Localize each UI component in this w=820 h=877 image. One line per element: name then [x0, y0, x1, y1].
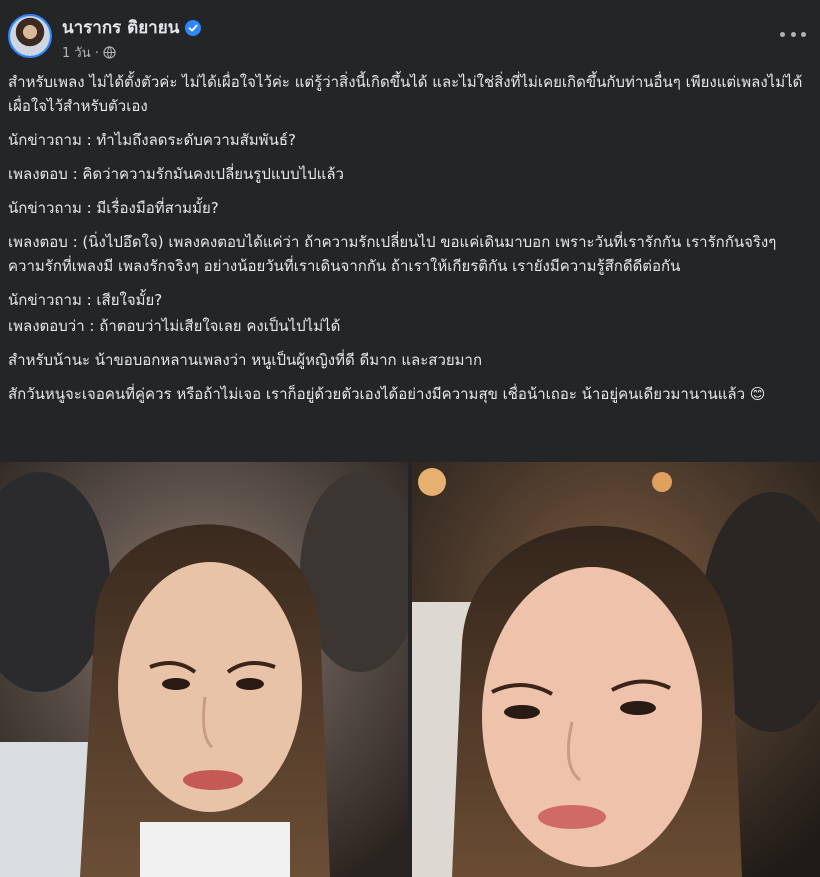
more-options-icon[interactable]: [780, 24, 806, 44]
post-header: นารากร ติยายน 1 วัน ·: [0, 0, 820, 66]
post-paragraph: นักข่าวถาม : มีเรื่องมือที่สามมั้ย?: [8, 199, 219, 217]
post-photo-right[interactable]: [412, 462, 820, 877]
verified-badge-icon: [185, 19, 202, 36]
author-name[interactable]: นารากร ติยายน: [62, 14, 179, 41]
post-photos: [0, 462, 820, 877]
post-paragraph: นักข่าวถาม : เสียใจมั้ย?: [8, 291, 163, 309]
post-paragraph: นักข่าวถาม : ทำไมถึงลดระดับความสัมพันธ์?: [8, 131, 296, 149]
post-photo-left[interactable]: [0, 462, 408, 877]
post-paragraph: เพลงตอบ : (นิ่งไปอึดใจ) เพลงคงตอบได้แค่ว…: [8, 233, 777, 275]
post-paragraph: สักวันหนูจะเจอคนที่คู่ควร หรือถ้าไม่เจอ …: [8, 385, 766, 403]
post-timestamp[interactable]: 1 วัน ·: [62, 42, 99, 63]
author-avatar[interactable]: [8, 14, 52, 58]
post-paragraph: เพลงตอบ : คิดว่าความรักมันคงเปลี่ยนรูปแบ…: [8, 165, 344, 183]
post-meta: 1 วัน ·: [62, 42, 116, 63]
author-row: นารากร ติยายน: [62, 14, 202, 41]
globe-icon[interactable]: [103, 46, 116, 59]
post-paragraph: สำหรับน้านะ น้าขอบอกหลานเพลงว่า หนูเป็นผ…: [8, 351, 483, 369]
post-paragraph: เพลงตอบว่า : ถ้าตอบว่าไม่เสียใจเลย คงเป็…: [8, 317, 341, 335]
post-text: สำหรับเพลง ไม่ได้ตั้งตัวค่ะ ไม่ได้เผื่อใ…: [8, 70, 814, 416]
post-paragraph: สำหรับเพลง ไม่ได้ตั้งตัวค่ะ ไม่ได้เผื่อใ…: [8, 73, 803, 115]
